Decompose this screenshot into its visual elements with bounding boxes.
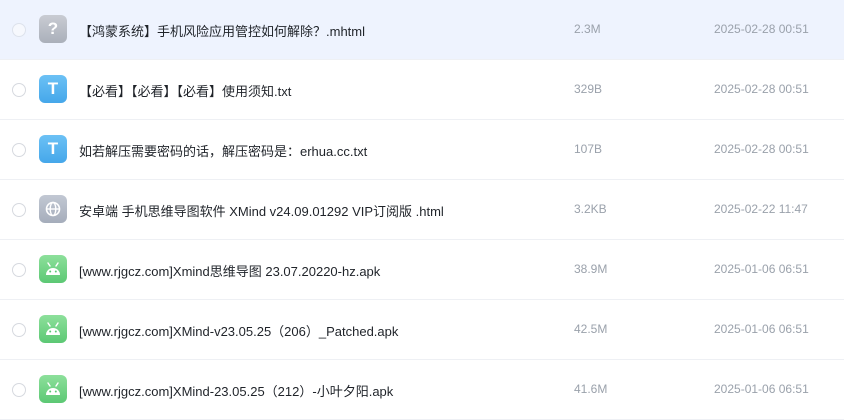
text-file-icon: T bbox=[39, 135, 67, 163]
row-checkbox[interactable] bbox=[12, 323, 26, 337]
text-file-icon: T bbox=[39, 75, 67, 103]
icon-glyph: T bbox=[47, 139, 59, 158]
file-date: 2025-01-06 06:51 bbox=[714, 262, 809, 276]
file-name[interactable]: 【鸿蒙系统】手机风险应用管控如何解除？.mhtml bbox=[79, 21, 365, 40]
unknown-file-icon: ? bbox=[39, 15, 67, 43]
file-row[interactable]: T 【必看】【必看】【必看】使用须知.txt 329B 2025-02-28 0… bbox=[0, 60, 844, 120]
file-size: 41.6M bbox=[574, 382, 608, 396]
file-name[interactable]: [www.rjgcz.com]XMind-v23.05.25（206）_Patc… bbox=[79, 321, 398, 340]
file-row[interactable]: T 如若解压需要密码的话，解压密码是：erhua.cc.txt 107B 202… bbox=[0, 120, 844, 180]
row-checkbox[interactable] bbox=[12, 263, 26, 277]
row-checkbox[interactable] bbox=[12, 143, 26, 157]
file-size: 2.3M bbox=[574, 22, 601, 36]
file-name[interactable]: [www.rjgcz.com]XMind-23.05.25（212）-小叶夕阳.… bbox=[79, 381, 393, 400]
file-date: 2025-02-28 00:51 bbox=[714, 142, 809, 156]
row-checkbox[interactable] bbox=[12, 203, 26, 217]
web-file-icon bbox=[39, 195, 67, 223]
file-name[interactable]: [www.rjgcz.com]Xmind思维导图 23.07.20220-hz.… bbox=[79, 261, 380, 280]
icon-glyph: ? bbox=[47, 19, 59, 38]
file-size: 42.5M bbox=[574, 322, 608, 336]
file-date: 2025-01-06 06:51 bbox=[714, 322, 809, 336]
file-name[interactable]: 安卓端 手机思维导图软件 XMind v24.09.01292 VIP订阅版 .… bbox=[79, 201, 444, 220]
android-apk-icon bbox=[39, 315, 67, 343]
file-size: 107B bbox=[574, 142, 603, 156]
file-date: 2025-02-28 00:51 bbox=[714, 82, 809, 96]
file-name[interactable]: 如若解压需要密码的话，解压密码是：erhua.cc.txt bbox=[79, 141, 367, 160]
android-apk-icon bbox=[39, 255, 67, 283]
file-date: 2025-01-06 06:51 bbox=[714, 382, 809, 396]
file-row[interactable]: 安卓端 手机思维导图软件 XMind v24.09.01292 VIP订阅版 .… bbox=[0, 180, 844, 240]
android-apk-icon bbox=[39, 375, 67, 403]
file-date: 2025-02-28 00:51 bbox=[714, 22, 809, 36]
row-checkbox[interactable] bbox=[12, 23, 26, 37]
file-date: 2025-02-22 11:47 bbox=[714, 202, 808, 216]
file-size: 329B bbox=[574, 82, 603, 96]
row-checkbox[interactable] bbox=[12, 383, 26, 397]
globe-icon bbox=[45, 201, 61, 217]
android-icon bbox=[46, 322, 60, 335]
file-size: 3.2KB bbox=[574, 202, 607, 216]
file-row[interactable]: [www.rjgcz.com]Xmind思维导图 23.07.20220-hz.… bbox=[0, 240, 844, 300]
android-icon bbox=[46, 262, 60, 275]
row-checkbox[interactable] bbox=[12, 83, 26, 97]
file-name[interactable]: 【必看】【必看】【必看】使用须知.txt bbox=[79, 81, 291, 100]
android-icon bbox=[46, 382, 60, 395]
file-row[interactable]: [www.rjgcz.com]XMind-23.05.25（212）-小叶夕阳.… bbox=[0, 360, 844, 420]
file-list: ? 【鸿蒙系统】手机风险应用管控如何解除？.mhtml 2.3M 2025-02… bbox=[0, 0, 844, 420]
file-row[interactable]: ? 【鸿蒙系统】手机风险应用管控如何解除？.mhtml 2.3M 2025-02… bbox=[0, 0, 844, 60]
file-row[interactable]: [www.rjgcz.com]XMind-v23.05.25（206）_Patc… bbox=[0, 300, 844, 360]
icon-glyph: T bbox=[47, 79, 59, 98]
file-size: 38.9M bbox=[574, 262, 608, 276]
